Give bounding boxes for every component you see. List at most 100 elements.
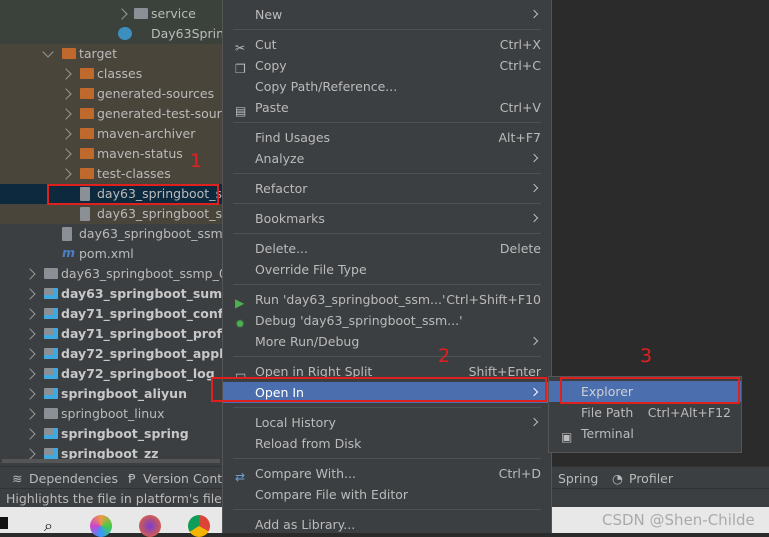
annotation-box-1 xyxy=(47,184,219,205)
copilot-icon[interactable] xyxy=(90,515,112,537)
menu-separator xyxy=(233,458,541,459)
layers-icon: ≋ xyxy=(12,471,23,486)
chevron-right-icon[interactable] xyxy=(24,328,36,340)
tree-item[interactable]: service xyxy=(0,4,222,24)
tree-item[interactable]: generated-sources xyxy=(0,84,222,104)
tree-item[interactable]: springboot_linux xyxy=(0,404,222,424)
chevron-right-icon[interactable] xyxy=(24,288,36,300)
tree-item[interactable]: day63_springboot_sum xyxy=(0,284,222,304)
tree-item[interactable]: day63_springboot_ssmp.iml xyxy=(0,224,222,244)
chevron-right-icon[interactable] xyxy=(24,368,36,380)
chevron-right-icon[interactable] xyxy=(24,308,36,320)
chevron-right-icon[interactable] xyxy=(24,448,36,460)
tree-item-label: day63_springboot_sum xyxy=(61,286,222,301)
menu-item-label: Debug 'day63_springboot_ssm...' xyxy=(255,313,463,328)
submenu-item-shortcut: Ctrl+Alt+F12 xyxy=(647,405,731,420)
tree-item-label: day72_springboot_application xyxy=(61,346,222,361)
horizontal-scrollbar[interactable] xyxy=(2,459,220,463)
menu-item-label: Add as Library... xyxy=(255,517,356,532)
chevron-right-icon[interactable] xyxy=(60,108,72,120)
chevron-right-icon[interactable] xyxy=(24,388,36,400)
menu-item-copy[interactable]: ❐ Copy Ctrl+C xyxy=(223,55,551,76)
status-bar-right xyxy=(552,488,769,507)
search-icon[interactable]: ⌕ xyxy=(44,516,53,536)
folder-orange-icon xyxy=(80,148,94,159)
folder-gray-icon xyxy=(44,408,58,419)
tab-profiler[interactable]: Profiler xyxy=(629,472,673,485)
chevron-right-icon[interactable] xyxy=(60,68,72,80)
tree-item[interactable]: maven-archiver xyxy=(0,124,222,144)
tree-item[interactable]: day72_springboot_log xyxy=(0,364,222,384)
menu-item-label: Local History xyxy=(255,415,336,430)
tree-item[interactable]: day72_springboot_application xyxy=(0,344,222,364)
menu-item-analyze[interactable]: Analyze xyxy=(223,148,551,169)
menu-item-new[interactable]: New xyxy=(223,4,551,25)
tree-item[interactable]: Day63SpringbootSsmpApplication xyxy=(0,24,222,44)
tree-item[interactable]: day71_springboot_config xyxy=(0,304,222,324)
tree-item[interactable]: springboot_spring xyxy=(0,424,222,444)
tree-item[interactable]: maven-status xyxy=(0,144,222,164)
menu-item-compare-with[interactable]: ⇄ Compare With... Ctrl+D xyxy=(223,463,551,484)
tree-item[interactable]: day63_springboot_ssmp_02 xyxy=(0,264,222,284)
chevron-right-icon[interactable] xyxy=(24,348,36,360)
submenu-item-terminal[interactable]: ▣ Terminal xyxy=(549,423,741,444)
chrome-icon[interactable] xyxy=(188,515,210,537)
menu-item-run-day63-springboot-ssm[interactable]: ▶ Run 'day63_springboot_ssm...' Ctrl+Shift… xyxy=(223,289,551,310)
menu-item-copy-path-reference[interactable]: Copy Path/Reference... xyxy=(223,76,551,97)
chevron-right-icon[interactable] xyxy=(60,128,72,140)
tree-item[interactable]: day63_springboot_ssmp-0.0.1-SNAPSHOT.jar… xyxy=(0,204,222,224)
tree-item[interactable]: springboot_aliyun xyxy=(0,384,222,404)
menu-item-add-as-library[interactable]: Add as Library... xyxy=(223,514,551,535)
menu-item-refactor[interactable]: Refactor xyxy=(223,178,551,199)
tree-item-label: pom.xml xyxy=(79,246,134,261)
chevron-right-icon[interactable] xyxy=(24,268,36,280)
tree-item-label: classes xyxy=(97,66,143,81)
module-icon xyxy=(44,448,58,459)
annotation-1: 1 xyxy=(190,150,203,172)
module-icon xyxy=(44,388,58,399)
tree-item[interactable]: generated-test-sources xyxy=(0,104,222,124)
status-bar: Highlights the file in platform's file m… xyxy=(0,488,222,507)
tree-item[interactable]: m pom.xml xyxy=(0,244,222,264)
menu-item-paste[interactable]: ▤ Paste Ctrl+V xyxy=(223,97,551,118)
menu-separator xyxy=(233,284,541,285)
project-tree: service Day63SpringbootSsmpApplication tar… xyxy=(0,0,222,466)
chevron-right-icon[interactable] xyxy=(24,408,36,420)
tree-item-label: test-classes xyxy=(97,166,171,181)
chevron-down-icon[interactable] xyxy=(42,46,54,58)
menu-item-label: Bookmarks xyxy=(255,211,325,226)
menu-item-debug-day63-springboot-ssm[interactable]: ✹ Debug 'day63_springboot_ssm...' xyxy=(223,310,551,331)
menu-item-shortcut: Ctrl+V xyxy=(499,100,541,115)
menu-item-override-file-type[interactable]: Override File Type xyxy=(223,259,551,280)
chevron-right-icon[interactable] xyxy=(116,8,128,20)
menu-item-bookmarks[interactable]: Bookmarks xyxy=(223,208,551,229)
menu-item-find-usages[interactable]: Find Usages Alt+F7 xyxy=(223,127,551,148)
chevron-right-icon[interactable] xyxy=(60,88,72,100)
chevron-right-icon[interactable] xyxy=(60,148,72,160)
start-icon[interactable] xyxy=(0,517,8,529)
firefox-icon[interactable] xyxy=(139,515,161,537)
chevron-right-icon[interactable] xyxy=(24,428,36,440)
menu-item-label: Reload from Disk xyxy=(255,436,362,451)
submenu-item-label: Terminal xyxy=(581,426,634,441)
menu-item-more-run-debug[interactable]: More Run/Debug xyxy=(223,331,551,352)
tree-item[interactable]: day71_springboot_profiles xyxy=(0,324,222,344)
tree-item[interactable]: test-classes xyxy=(0,164,222,184)
menu-item-delete[interactable]: Delete... Delete xyxy=(223,238,551,259)
menu-item-label: Delete... xyxy=(255,241,308,256)
tree-item[interactable]: target xyxy=(0,44,222,64)
tab-dependencies[interactable]: Dependencies xyxy=(29,472,118,485)
menu-item-label: Run 'day63_springboot_ssm...' xyxy=(255,292,446,307)
submenu-item-file-path[interactable]: File Path Ctrl+Alt+F12 xyxy=(549,402,741,423)
menu-item-compare-file-with-editor[interactable]: Compare File with Editor xyxy=(223,484,551,505)
menu-item-label: Find Usages xyxy=(255,130,331,145)
menu-item-reload-from-disk[interactable]: Reload from Disk xyxy=(223,433,551,454)
tab-spring[interactable]: Spring xyxy=(558,472,598,485)
menu-separator xyxy=(233,122,541,123)
chevron-right-icon xyxy=(529,9,539,19)
menu-separator xyxy=(233,407,541,408)
chevron-right-icon[interactable] xyxy=(60,168,72,180)
menu-item-cut[interactable]: ✂ Cut Ctrl+X xyxy=(223,34,551,55)
menu-item-local-history[interactable]: Local History xyxy=(223,412,551,433)
tree-item[interactable]: classes xyxy=(0,64,222,84)
